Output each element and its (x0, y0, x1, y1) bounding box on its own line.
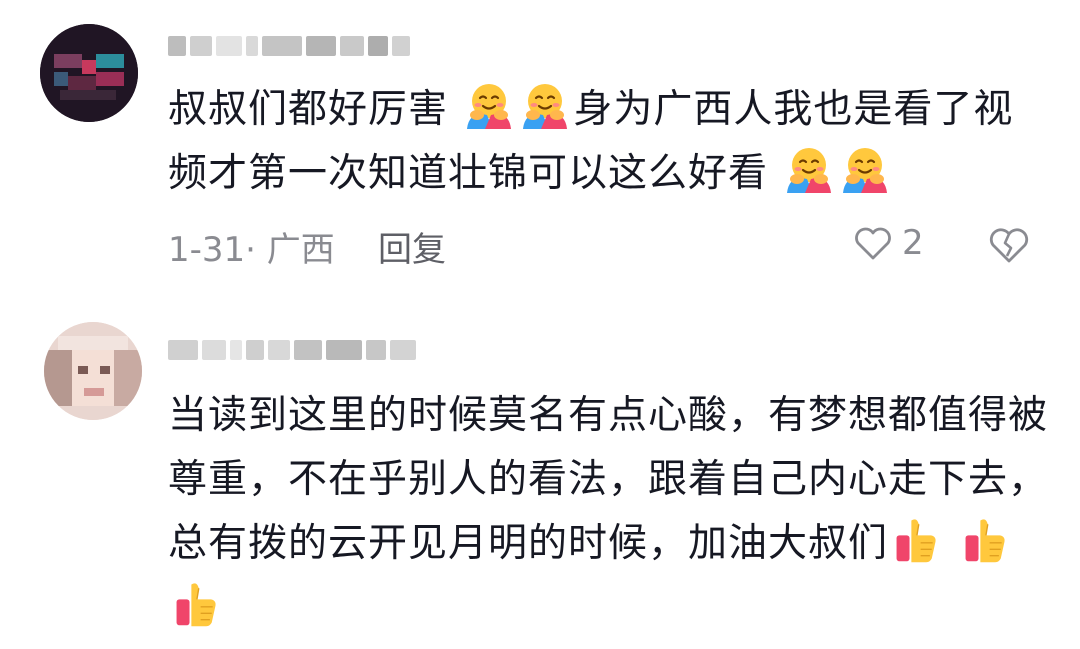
hugging-face-icon (464, 81, 514, 131)
username[interactable] (168, 338, 420, 362)
thumbs-up-icon (171, 579, 221, 629)
heart-icon (852, 222, 894, 264)
username[interactable] (168, 34, 414, 58)
like-count: 2 (902, 223, 924, 263)
comment-item: 叔叔们都好厉害 身为广西人我也是看了视频才第一次知道壮锦可以这么好看 1-31·… (0, 0, 1080, 300)
like-button[interactable]: 2 (852, 222, 924, 264)
comment-text: 叔叔们都好厉害 身为广西人我也是看了视频才第一次知道壮锦可以这么好看 (168, 78, 1048, 206)
broken-heart-icon (986, 222, 1032, 268)
comment-item: 当读到这里的时候莫名有点心酸，有梦想都值得被尊重，不在乎别人的看法，跟着自己内心… (0, 300, 1080, 639)
hugging-face-icon (520, 81, 570, 131)
comment-text: 当读到这里的时候莫名有点心酸，有梦想都值得被尊重，不在乎别人的看法，跟着自己内心… (168, 384, 1048, 640)
hugging-face-icon (784, 145, 834, 195)
thumbs-up-icon (960, 515, 1010, 565)
reply-button[interactable]: 回复 (378, 222, 446, 271)
avatar[interactable] (40, 24, 138, 122)
avatar[interactable] (44, 322, 142, 420)
hugging-face-icon (840, 145, 890, 195)
comment-text-part: 叔叔们都好厉害 (168, 87, 449, 132)
dislike-button[interactable] (986, 222, 1032, 272)
comment-date-location: 1-31· 广西 (168, 230, 335, 270)
thumbs-up-icon (891, 515, 941, 565)
